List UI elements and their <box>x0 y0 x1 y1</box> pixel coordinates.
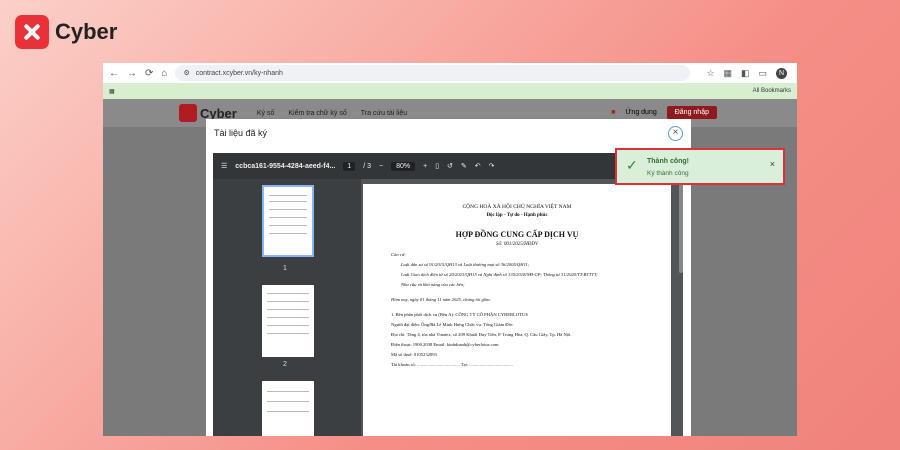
doc-basis: Căn cứ: <box>391 252 406 257</box>
thumbnail-label-2: 2 <box>283 361 287 368</box>
pdf-page-total: / 3 <box>363 162 371 170</box>
all-bookmarks[interactable]: All Bookmarks <box>753 88 791 94</box>
pdf-page-input[interactable]: 1 <box>343 161 356 171</box>
doc-item: Nhu cầu và khả năng của các bên; <box>401 282 465 287</box>
login-button[interactable]: Đăng nhập <box>666 106 717 119</box>
doc-date: Hôm nay, ngày 01 tháng 11 năm 2025, chún… <box>391 297 491 302</box>
doc-representative: Người đại diện: Ông/Bà Lê Minh Hưng Chức… <box>391 322 513 327</box>
brand-logo-icon <box>15 15 49 49</box>
side-panel-icon[interactable]: ▭ <box>759 68 768 79</box>
browser-toolbar: ← → ⟳ ⌂ ⚙ contract.xcyber.vn/ky-nhanh ☆ … <box>103 63 797 83</box>
toast-close-button[interactable]: × <box>770 159 775 169</box>
toast-title: Thành công! <box>647 158 689 165</box>
pdf-scrollbar[interactable] <box>679 183 683 273</box>
nav-lookup[interactable]: Tra cứu tài liệu <box>361 110 407 117</box>
doc-account: Tài khoản số: ..........................… <box>391 362 513 367</box>
site-logo-icon <box>179 104 197 122</box>
zoom-out-icon[interactable]: − <box>379 163 383 170</box>
nav-verify[interactable]: Kiểm tra chữ ký số <box>288 110 346 117</box>
check-icon: ✓ <box>626 157 638 173</box>
pdf-menu-icon[interactable]: ☰ <box>221 162 227 170</box>
thumbnail-page-3[interactable] <box>262 381 314 436</box>
site-info-icon[interactable]: ⚙ <box>183 69 189 77</box>
thumbnail-page-1[interactable] <box>262 185 314 257</box>
thumbnail-label-1: 1 <box>283 265 287 272</box>
modal-close-button[interactable]: × <box>668 125 683 141</box>
redo-icon[interactable]: ↷ <box>489 162 495 170</box>
bookmarks-bar: ▦ All Bookmarks <box>103 83 797 99</box>
forward-button[interactable]: → <box>127 68 137 79</box>
extensions-icon[interactable]: ▦ <box>724 68 733 79</box>
modal-title: Tài liệu đã ký <box>214 128 268 138</box>
modal-header: Tài liệu đã ký × <box>206 119 691 147</box>
profile-avatar[interactable]: N <box>776 67 788 79</box>
brand: Cyber <box>15 15 117 49</box>
url-text: contract.xcyber.vn/ky-nhanh <box>195 69 283 77</box>
brand-name: Cyber <box>55 19 118 44</box>
menu-icon[interactable]: ⋮ <box>796 68 797 79</box>
puzzle-icon[interactable]: ◧ <box>741 68 750 79</box>
apps-menu[interactable]: Ứng dụng <box>625 109 656 116</box>
pdf-filename: ccbca161-9554-4284-aeed-f4... <box>235 162 336 170</box>
thumbnail-page-2[interactable] <box>262 285 314 357</box>
doc-item: Luật Giao dịch điện tử số 20/2023/QH15 v… <box>401 272 598 277</box>
home-button[interactable]: ⌂ <box>161 68 167 79</box>
address-bar[interactable]: ⚙ contract.xcyber.vn/ky-nhanh <box>175 65 691 81</box>
doc-motto: Độc lập - Tự do - Hạnh phúc <box>486 213 548 218</box>
zoom-in-icon[interactable]: + <box>423 163 427 170</box>
pdf-page: CỘNG HOÀ XÃ HỘI CHỦ NGHĨA VIỆT NAM Độc l… <box>363 184 671 436</box>
annotate-icon[interactable]: ✎ <box>461 162 467 170</box>
doc-address: Địa chỉ: Tầng 4, tòa nhà Vinatex, số 209… <box>391 332 572 337</box>
pdf-viewer: ☰ ccbca161-9554-4284-aeed-f4... 1 / 3 − … <box>213 153 683 436</box>
doc-item: Luật dân sự số 91/2015/QH13 và Luật thươ… <box>401 262 530 267</box>
doc-phone: Điện thoại: 1900.2038 Email: kinhdoanh@c… <box>391 342 499 347</box>
doc-party-a: 1. Bên phân phối dịch vụ (Bên A): CÔNG T… <box>391 312 528 317</box>
browser-window: ← → ⟳ ⌂ ⚙ contract.xcyber.vn/ky-nhanh ☆ … <box>103 63 797 436</box>
success-toast: ✓ Thành công! Ký thành công × <box>615 148 785 185</box>
fit-page-icon[interactable]: ▯ <box>435 162 439 170</box>
rotate-icon[interactable]: ↺ <box>447 162 453 170</box>
nav-sign[interactable]: Ký số <box>257 110 275 117</box>
back-button[interactable]: ← <box>109 68 119 79</box>
pdf-zoom-value[interactable]: 80% <box>391 161 416 171</box>
reload-button[interactable]: ⟳ <box>145 68 153 79</box>
language-flag-icon[interactable]: ■ <box>611 109 615 116</box>
doc-number: Số: 001/2025/HĐDV <box>495 242 539 247</box>
nav-right: ■ Ứng dụng Đăng nhập <box>611 106 717 119</box>
bookmark-star-icon[interactable]: ☆ <box>706 68 714 79</box>
pdf-toolbar: ☰ ccbca161-9554-4284-aeed-f4... 1 / 3 − … <box>213 153 683 179</box>
undo-icon[interactable]: ↶ <box>475 162 481 170</box>
doc-nation: CỘNG HOÀ XÃ HỘI CHỦ NGHĨA VIỆT NAM <box>462 204 572 210</box>
doc-tax: Mã số thuế: 0105232093 <box>391 352 437 357</box>
apps-grid-icon[interactable]: ▦ <box>109 88 115 95</box>
doc-title: HỢP ĐỒNG CUNG CẤP DỊCH VỤ <box>455 230 579 239</box>
toast-message: Ký thành công <box>647 170 689 177</box>
pdf-thumbnails: 1 2 <box>213 179 361 436</box>
